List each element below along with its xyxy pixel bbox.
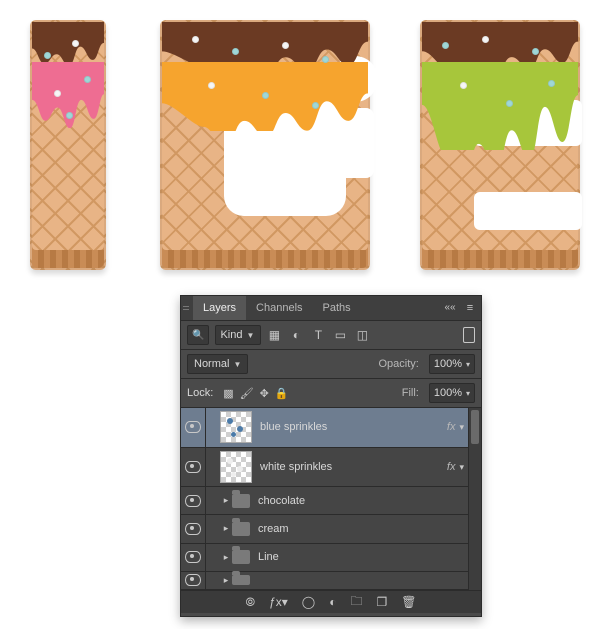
panel-tabbar: Layers Channels Paths «« ≡ — [181, 296, 481, 321]
lock-label: Lock: — [187, 387, 213, 399]
group-disclose-icon[interactable]: ▸ — [220, 495, 232, 506]
layers-panel: Layers Channels Paths «« ≡ 🔍 Kind▼ ▦ ◐ T… — [180, 295, 482, 617]
fx-badge[interactable]: fx — [447, 421, 456, 433]
tab-paths[interactable]: Paths — [313, 296, 361, 320]
panel-menu-icon[interactable]: ≡ — [459, 296, 481, 320]
eye-icon — [185, 421, 201, 433]
layer-name[interactable]: blue sprinkles — [260, 421, 447, 433]
layer-row[interactable]: ▸ cream — [181, 515, 468, 543]
letter-e — [420, 20, 580, 270]
delete-layer-icon[interactable]: 🗑 — [401, 595, 416, 609]
eye-icon — [185, 551, 201, 563]
fill-label: Fill: — [402, 387, 419, 399]
lock-all-icon[interactable]: 🔒 — [275, 387, 289, 400]
folder-icon — [232, 575, 250, 585]
adjustment-layer-icon[interactable]: ◐ — [329, 595, 336, 609]
group-disclose-icon[interactable]: ▸ — [220, 523, 232, 534]
tab-layers[interactable]: Layers — [193, 296, 246, 320]
layer-list: blue sprinkles fx ▾ white sprinkles fx ▾… — [181, 408, 481, 590]
blend-bar: Normal▼ Opacity: 100%▾ — [181, 350, 481, 379]
layer-name[interactable]: Line — [258, 551, 468, 563]
filter-pixel-icon[interactable]: ▦ — [267, 328, 281, 342]
fx-disclose-icon[interactable]: ▾ — [459, 462, 464, 473]
eye-icon — [185, 495, 201, 507]
lock-bar: Lock: ▩ 🖌 ✥ 🔒 Fill: 100%▾ — [181, 379, 481, 408]
search-icon: 🔍 — [192, 330, 204, 341]
letter-i — [30, 20, 106, 270]
group-disclose-icon[interactable]: ▸ — [220, 552, 232, 563]
layer-row[interactable]: ▸ chocolate — [181, 487, 468, 515]
lock-pixels-icon[interactable]: 🖌 — [240, 387, 254, 400]
eye-icon — [185, 461, 201, 473]
canvas-artwork — [0, 0, 600, 290]
new-layer-icon[interactable]: ❐ — [377, 595, 388, 609]
folder-icon — [232, 494, 250, 508]
visibility-toggle[interactable] — [181, 448, 206, 487]
visibility-toggle[interactable] — [181, 487, 206, 514]
link-layers-icon[interactable]: ⦾ — [245, 595, 255, 610]
layer-filter-bar: 🔍 Kind▼ ▦ ◐ T ▭ ◫ — [181, 321, 481, 350]
visibility-toggle[interactable] — [181, 408, 206, 447]
filter-type-icon[interactable]: T — [311, 328, 325, 342]
filter-adjust-icon[interactable]: ◐ — [289, 328, 303, 342]
blend-mode-dropdown[interactable]: Normal▼ — [187, 354, 248, 374]
layer-name[interactable]: cream — [258, 523, 468, 535]
eye-icon — [185, 523, 201, 535]
layer-row[interactable]: white sprinkles fx ▾ — [181, 448, 468, 488]
tab-channels[interactable]: Channels — [246, 296, 312, 320]
scrollbar[interactable] — [468, 408, 481, 590]
visibility-toggle[interactable] — [181, 544, 206, 571]
panel-close-icon[interactable] — [181, 296, 193, 320]
filter-kind-dropdown[interactable]: Kind▼ — [215, 325, 261, 345]
letter-c — [160, 20, 370, 270]
new-group-icon[interactable]: 🗀 — [350, 592, 362, 613]
layer-fx-icon[interactable]: ƒx▾ — [269, 595, 288, 609]
opacity-input[interactable]: 100%▾ — [429, 354, 475, 374]
layer-mask-icon[interactable]: ◯ — [302, 595, 315, 609]
filter-toggle-icon[interactable] — [463, 327, 475, 343]
layer-thumbnail[interactable] — [220, 451, 252, 483]
layer-row[interactable]: ▸ — [181, 572, 468, 590]
layer-thumbnail[interactable] — [220, 411, 252, 443]
layer-name[interactable]: chocolate — [258, 495, 468, 507]
collapse-panel-icon[interactable]: «« — [441, 296, 459, 320]
layer-row[interactable]: ▸ Line — [181, 544, 468, 572]
eye-icon — [185, 574, 201, 586]
fx-badge[interactable]: fx — [447, 461, 456, 473]
visibility-toggle[interactable] — [181, 515, 206, 542]
layer-row[interactable]: blue sprinkles fx ▾ — [181, 408, 468, 448]
opacity-label: Opacity: — [378, 358, 418, 370]
folder-icon — [232, 550, 250, 564]
panel-footer: ⦾ ƒx▾ ◯ ◐ 🗀 ❐ 🗑 — [181, 590, 481, 613]
folder-icon — [232, 522, 250, 536]
filter-smart-icon[interactable]: ◫ — [355, 328, 369, 342]
filter-shape-icon[interactable]: ▭ — [333, 328, 347, 342]
fill-input[interactable]: 100%▾ — [429, 383, 475, 403]
lock-transparent-icon[interactable]: ▩ — [223, 387, 233, 400]
fx-disclose-icon[interactable]: ▾ — [459, 422, 464, 433]
lock-position-icon[interactable]: ✥ — [260, 387, 269, 400]
visibility-toggle[interactable] — [181, 572, 206, 589]
layer-search[interactable]: 🔍 — [187, 325, 209, 345]
layer-name[interactable]: white sprinkles — [260, 461, 447, 473]
group-disclose-icon[interactable]: ▸ — [220, 575, 232, 586]
